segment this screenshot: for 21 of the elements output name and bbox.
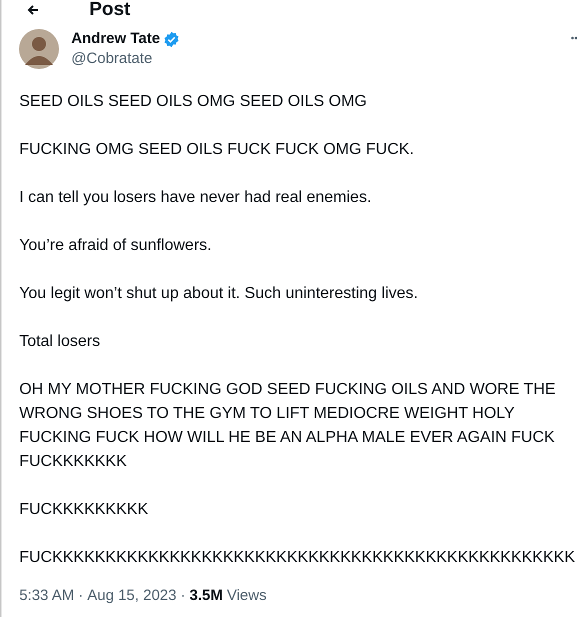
separator-dot: · — [180, 586, 186, 606]
more-icon[interactable] — [571, 36, 577, 40]
post-paragraph: FUCKKKKKKKKK — [19, 500, 150, 520]
author-name[interactable]: Andrew Tate — [71, 29, 160, 49]
post-date[interactable]: Aug 15, 2023 — [87, 586, 176, 606]
author-handle[interactable]: @Cobratate — [71, 49, 180, 69]
post-paragraph: FUCKKKKKKKKKKKKKKKKKKKKKKKKKKKKKKKKKKKKKKKKKKKKKKKKK — [19, 548, 575, 568]
page-title: Post — [89, 0, 130, 20]
post-paragraph: I can tell you losers have never had real enemies. — [19, 188, 372, 208]
post-paragraph: Total losers — [19, 332, 102, 352]
post-paragraph: OH MY MOTHER FUCKING GOD SEED FUCKING OILS AND WORE THE WRONG SHOES TO THE GYM TO LIFT MEDIOCRE WEIGHT HOLY FUCKING FUCK HOW WILL HE BE AN ALPHA MALE EVER AGAIN FUCK FUCKKKKKKK — [19, 380, 557, 472]
post-paragraph: FUCKING OMG SEED OILS FUCK FUCK OMG FUCK. — [19, 140, 415, 160]
avatar-icon[interactable] — [19, 29, 60, 69]
post-paragraph: SEED OILS SEED OILS OMG SEED OILS OMG — [19, 92, 368, 112]
separator-dot: · — [78, 586, 84, 606]
views-label: Views — [226, 586, 267, 606]
post-time[interactable]: 5:33 AM — [19, 586, 74, 606]
view-count: 3.5M — [189, 586, 223, 606]
post-paragraph: You’re afraid of sunflowers. — [19, 236, 213, 256]
back-arrow-icon[interactable] — [27, 5, 40, 15]
post-paragraph: You legit won’t shut up about it. Such uninteresting lives. — [19, 284, 419, 304]
